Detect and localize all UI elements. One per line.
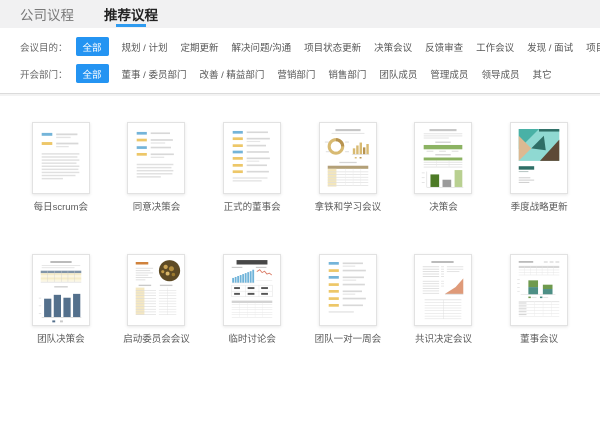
template-card-daily-scrum[interactable]: 每日scrum会 [13, 122, 109, 214]
filter-row-purpose: 会议目的： 全部 规划 / 计划 定期更新 解决问题/沟通 项目状态更新 决策会… [20, 37, 580, 56]
filter-section: 会议目的： 全部 规划 / 计划 定期更新 解决问题/沟通 项目状态更新 决策会… [0, 28, 600, 93]
purpose-option-feedback-review[interactable]: 反馈审查 [425, 37, 463, 56]
template-thumbnail [127, 254, 185, 326]
purpose-option-project-kickoff[interactable]: 项目启动 [586, 37, 600, 56]
template-card-label: 每日scrum会 [34, 203, 88, 214]
template-card-label: 季度战略更新 [511, 203, 568, 214]
template-thumbnail [510, 122, 568, 194]
template-card-label: 正式的董事会 [224, 203, 281, 214]
template-card-label: 决策会 [429, 203, 458, 214]
tab-company-agenda[interactable]: 公司议程 [20, 0, 74, 28]
template-thumbnail [510, 254, 568, 326]
template-card-formal-board[interactable]: 正式的董事会 [204, 122, 300, 214]
template-card-quarterly-strategy[interactable]: 季度战略更新 [491, 122, 587, 214]
purpose-option-work-meeting[interactable]: 工作会议 [476, 37, 514, 56]
document-donut-bar-table-icon [320, 123, 376, 193]
document-photo-tables-icon [128, 255, 184, 325]
document-four-topic-agenda-icon [128, 123, 184, 193]
template-thumbnail [127, 122, 185, 194]
template-card-team-decision[interactable]: 团队决策会 [13, 254, 109, 346]
template-card-label: 临时讨论会 [228, 335, 276, 346]
template-card-decision-meeting[interactable]: 决策会 [396, 122, 492, 214]
document-bullet-list-agenda-icon [224, 123, 280, 193]
template-thumbnail [32, 254, 90, 326]
document-table-bar-chart-icon [33, 255, 89, 325]
department-filter-label: 开会部门： [20, 67, 68, 81]
template-card-label: 拿铁和学习会议 [315, 203, 382, 214]
template-card-label: 启动委员会会议 [123, 335, 190, 346]
department-option-all[interactable]: 全部 [76, 64, 109, 83]
department-option-improvement-lean[interactable]: 改善 / 精益部门 [199, 64, 264, 83]
tab-recommended-agenda[interactable]: 推荐议程 [104, 0, 158, 28]
document-green-report-icon [415, 123, 471, 193]
template-thumbnail [32, 122, 90, 194]
template-thumbnail [414, 254, 472, 326]
department-option-team-members[interactable]: 团队成员 [379, 64, 417, 83]
purpose-option-decision-meeting[interactable]: 决策会议 [374, 37, 412, 56]
template-card-consensus-decision[interactable]: 共识决定会议 [396, 254, 492, 346]
template-card-board-meeting[interactable]: 董事会议 [491, 254, 587, 346]
filter-row-department: 开会部门： 全部 董事 / 委员部门 改善 / 精益部门 营销部门 销售部门 团… [20, 64, 580, 83]
document-geometric-cover-icon [511, 123, 567, 193]
template-thumbnail [223, 122, 281, 194]
template-card-latte-and-learn[interactable]: 拿铁和学习会议 [300, 122, 396, 214]
template-card-label: 团队一对一周会 [315, 335, 382, 346]
template-card-label: 董事会议 [520, 335, 558, 346]
department-option-marketing[interactable]: 营销部门 [277, 64, 315, 83]
template-card-label: 共识决定会议 [415, 335, 472, 346]
template-thumbnail [319, 254, 377, 326]
document-stacked-bar-report-icon [511, 255, 567, 325]
template-card-one-on-one-weekly[interactable]: 团队一对一周会 [300, 254, 396, 346]
document-bullet-list-agenda-icon [320, 255, 376, 325]
template-card-agree-decision[interactable]: 同意决策会 [109, 122, 205, 214]
department-option-sales[interactable]: 销售部门 [328, 64, 366, 83]
template-thumbnail [319, 122, 377, 194]
purpose-option-problem-solving[interactable]: 解决问题/沟通 [231, 37, 291, 56]
template-card-label: 同意决策会 [133, 203, 181, 214]
template-card-label: 团队决策会 [37, 335, 85, 346]
purpose-filter-label: 会议目的： [20, 40, 68, 54]
purpose-option-regular-update[interactable]: 定期更新 [180, 37, 218, 56]
template-thumbnail [414, 122, 472, 194]
purpose-option-all[interactable]: 全部 [76, 37, 109, 56]
tab-bar: 公司议程 推荐议程 [0, 0, 600, 28]
purpose-option-discovery-interview[interactable]: 发现 / 面试 [527, 37, 573, 56]
department-option-board-committee[interactable]: 董事 / 委员部门 [122, 64, 187, 83]
template-thumbnail [223, 254, 281, 326]
template-card-kickoff-committee[interactable]: 启动委员会会议 [109, 254, 205, 346]
template-grid: 每日scrum会 同意决策会 [0, 96, 600, 346]
template-card-adhoc-discussion[interactable]: 临时讨论会 [204, 254, 300, 346]
department-option-leadership[interactable]: 领导成员 [481, 64, 519, 83]
document-dashboard-charts-icon [224, 255, 280, 325]
department-option-management[interactable]: 管理成员 [430, 64, 468, 83]
purpose-option-project-status[interactable]: 项目状态更新 [304, 37, 361, 56]
document-area-chart-tables-icon [415, 255, 471, 325]
document-two-topic-agenda-icon [33, 123, 89, 193]
department-option-other[interactable]: 其它 [532, 64, 551, 83]
purpose-option-planning[interactable]: 规划 / 计划 [122, 37, 168, 56]
